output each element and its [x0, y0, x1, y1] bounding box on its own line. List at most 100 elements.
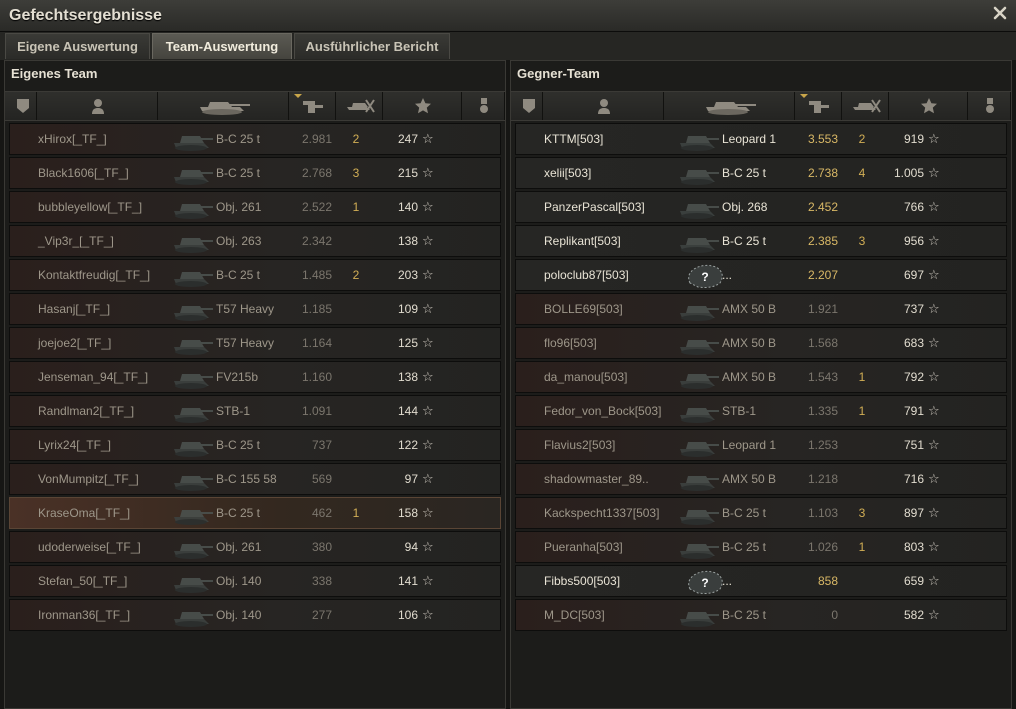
player-name: bubbleyellow[_TF_]: [38, 200, 143, 214]
tank-icon: [676, 467, 720, 493]
table-row[interactable]: Lyrix24[_TF_] B-C 25 t 737 122 ☆: [9, 429, 501, 461]
vehicle-name: B-C 155 58: [216, 472, 277, 486]
title-bar: Gefechtsergebnisse: [0, 0, 1016, 32]
vehicle-name: B-C 25 t: [216, 506, 261, 520]
table-row[interactable]: Pueranha[503] B-C 25 t 1.026 1 803 ☆: [515, 531, 1007, 563]
player-name: VonMumpitz[_TF_]: [38, 472, 139, 486]
star-icon: ☆: [422, 437, 434, 452]
table-row[interactable]: Fibbs500[503]?... 858 659 ☆: [515, 565, 1007, 597]
own-team-panel: Eigenes Team xHirox[_TF_] B-C 25 t 2.981 2 2…: [4, 60, 506, 709]
table-row[interactable]: KraseOma[_TF_] B-C 25 t 462 1 158 ☆: [9, 497, 501, 529]
own-col-kills[interactable]: [337, 92, 383, 120]
table-row[interactable]: Jenseman_94[_TF_] FV215b 1.160 138 ☆: [9, 361, 501, 393]
table-row[interactable]: M_DC[503] B-C 25 t 0 582 ☆: [515, 599, 1007, 631]
table-row[interactable]: Hasanj[_TF_] T57 Heavy 1.185 109 ☆: [9, 293, 501, 325]
table-row[interactable]: da_manou[503] AMX 50 B 1.543 1 792 ☆: [515, 361, 1007, 393]
table-row[interactable]: Black1606[_TF_] B-C 25 t 2.768 3 215 ☆: [9, 157, 501, 189]
damage-value: 569: [311, 472, 332, 486]
table-row[interactable]: poloclub87[503]?... 2.207 697 ☆: [515, 259, 1007, 291]
star-icon: ☆: [422, 607, 434, 622]
enemy-col-platoon[interactable]: [515, 92, 543, 120]
player-name: Replikant[503]: [544, 234, 621, 248]
table-row[interactable]: _Vip3r_[_TF_] Obj. 263 2.342 138 ☆: [9, 225, 501, 257]
table-row[interactable]: shadowmaster_89.. AMX 50 B 1.218 716 ☆: [515, 463, 1007, 495]
enemy-team-title: Gegner-Team: [517, 66, 600, 81]
table-row[interactable]: bubbleyellow[_TF_] Obj. 261 2.522 1 140 ☆: [9, 191, 501, 223]
enemy-col-player[interactable]: [544, 92, 664, 120]
sort-arrow-icon: [800, 94, 808, 98]
xp-value: 138: [397, 234, 418, 248]
tank-icon: [676, 535, 720, 561]
player-name: Lyrix24[_TF_]: [38, 438, 111, 452]
star-icon: ☆: [422, 267, 434, 282]
kills-value: 1: [858, 540, 866, 554]
enemy-col-xp-star[interactable]: [890, 92, 968, 120]
xp-value: 766: [903, 200, 924, 214]
table-row[interactable]: xHirox[_TF_] B-C 25 t 2.981 2 247 ☆: [9, 123, 501, 155]
table-row[interactable]: Ironman36[_TF_] Obj. 140 277 106 ☆: [9, 599, 501, 631]
vehicle-name: B-C 25 t: [722, 166, 767, 180]
table-row[interactable]: BOLLE69[503] AMX 50 B 1.921 737 ☆: [515, 293, 1007, 325]
enemy-col-kills[interactable]: [843, 92, 889, 120]
xp-value: 659: [903, 574, 924, 588]
damage-value: 1.568: [807, 336, 838, 350]
star-icon: ☆: [928, 199, 940, 214]
damage-value: 1.485: [301, 268, 332, 282]
tab-bar: Eigene Auswertung Team-Auswertung Ausfüh…: [0, 32, 1016, 60]
own-col-medal[interactable]: [463, 92, 505, 120]
own-col-tank[interactable]: [159, 92, 289, 120]
table-row[interactable]: Replikant[503] B-C 25 t 2.385 3 956 ☆: [515, 225, 1007, 257]
enemy-col-tank[interactable]: [665, 92, 795, 120]
tank-icon: [676, 399, 720, 425]
table-row[interactable]: Kackspecht1337[503] B-C 25 t 1.103 3 897 ☆: [515, 497, 1007, 529]
table-row[interactable]: Flavius2[503] Leopard 1 1.253 751 ☆: [515, 429, 1007, 461]
tank-icon: [676, 297, 720, 323]
damage-value: 1.218: [807, 472, 838, 486]
table-row[interactable]: Stefan_50[_TF_] Obj. 140 338 141 ☆: [9, 565, 501, 597]
table-row[interactable]: flo96[503] AMX 50 B 1.568 683 ☆: [515, 327, 1007, 359]
table-row[interactable]: Kontaktfreudig[_TF_] B-C 25 t 1.485 2 203 ☆: [9, 259, 501, 291]
table-row[interactable]: Randlman2[_TF_] STB-1 1.091 144 ☆: [9, 395, 501, 427]
xp-value: 215: [397, 166, 418, 180]
vehicle-name: T57 Heavy: [216, 302, 275, 316]
tab-team-auswertung[interactable]: Team-Auswertung: [152, 33, 292, 59]
enemy-col-damage[interactable]: [796, 92, 842, 120]
player-name: Ironman36[_TF_]: [38, 608, 131, 622]
player-name: Black1606[_TF_]: [38, 166, 129, 180]
table-row[interactable]: PanzerPascal[503] Obj. 268 2.452 766 ☆: [515, 191, 1007, 223]
table-row[interactable]: joejoe2[_TF_] T57 Heavy 1.164 125 ☆: [9, 327, 501, 359]
enemy-col-medal[interactable]: [969, 92, 1011, 120]
tab-eigene-auswertung[interactable]: Eigene Auswertung: [5, 33, 150, 59]
kills-value: 4: [858, 166, 866, 180]
star-icon: ☆: [928, 607, 940, 622]
xp-value: 140: [397, 200, 418, 214]
table-row[interactable]: udoderweise[_TF_] Obj. 261 380 94 ☆: [9, 531, 501, 563]
close-icon[interactable]: [991, 4, 1009, 22]
table-row[interactable]: VonMumpitz[_TF_] B-C 155 58 569 97 ☆: [9, 463, 501, 495]
table-row[interactable]: Fedor_von_Bock[503] STB-1 1.335 1 791 ☆: [515, 395, 1007, 427]
platoon-icon: [16, 98, 30, 114]
tank-icon: [170, 535, 214, 561]
damage-icon: [808, 98, 830, 114]
enemy-team-panel: Gegner-Team KTTM[503] Leopard 1 3.553 2 919 ☆…: [510, 60, 1012, 709]
own-col-platoon[interactable]: [9, 92, 37, 120]
damage-value: 2.981: [301, 132, 332, 146]
tank-icon: [676, 229, 720, 255]
table-row[interactable]: KTTM[503] Leopard 1 3.553 2 919 ☆: [515, 123, 1007, 155]
damage-value: 2.768: [301, 166, 332, 180]
xp-value: 919: [903, 132, 924, 146]
player-name: flo96[503]: [544, 336, 597, 350]
svg-text:?: ?: [701, 576, 708, 590]
xp-value: 956: [903, 234, 924, 248]
player-name: M_DC[503]: [544, 608, 605, 622]
star-icon: ☆: [422, 573, 434, 588]
vehicle-name: B-C 25 t: [722, 234, 767, 248]
table-row[interactable]: xelii[503] B-C 25 t 2.738 4 1.005 ☆: [515, 157, 1007, 189]
own-col-xp-star[interactable]: [384, 92, 462, 120]
damage-value: 1.185: [301, 302, 332, 316]
player-name: PanzerPascal[503]: [544, 200, 645, 214]
tab-ausfuehrlicher-bericht[interactable]: Ausführlicher Bericht: [294, 33, 450, 59]
own-col-damage[interactable]: [290, 92, 336, 120]
own-col-player[interactable]: [38, 92, 158, 120]
star-icon: ☆: [928, 539, 940, 554]
